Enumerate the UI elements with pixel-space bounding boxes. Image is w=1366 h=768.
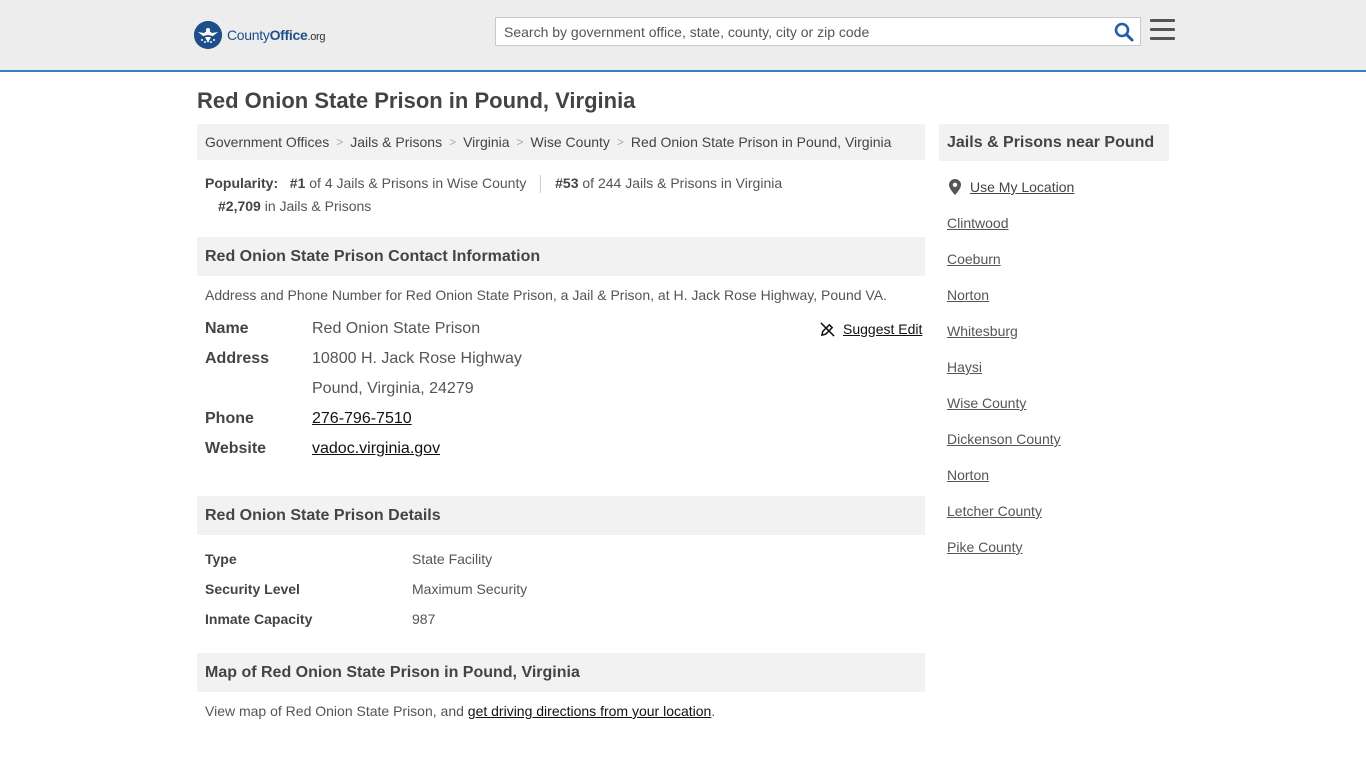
popularity-rank-county-text: of 4 Jails & Prisons in Wise County [309, 175, 527, 191]
breadcrumb: Government Offices > Jails & Prisons > V… [197, 124, 925, 160]
nearby-item: Pike County [947, 539, 1061, 575]
nearby-link-pike-county[interactable]: Pike County [947, 539, 1022, 555]
name-value: Red Onion State Prison [312, 320, 481, 337]
popularity-rank-national: #2,709 [218, 198, 261, 214]
website-link[interactable]: vadoc.virginia.gov [312, 440, 440, 457]
nearby-list: Clintwood Coeburn Norton Whitesburg Hays… [947, 215, 1061, 575]
breadcrumb-government-offices[interactable]: Government Offices [205, 134, 329, 150]
breadcrumb-virginia[interactable]: Virginia [463, 134, 509, 150]
nearby-item: Whitesburg [947, 323, 1061, 359]
nearby-item: Dickenson County [947, 431, 1061, 467]
nearby-link-norton[interactable]: Norton [947, 287, 989, 303]
site-logo[interactable]: CountyOffice.org [194, 21, 326, 49]
map-section-heading: Map of Red Onion State Prison in Pound, … [197, 653, 925, 692]
search-input[interactable] [496, 18, 1106, 45]
site-header: CountyOffice.org [0, 0, 1366, 72]
logo-text: CountyOffice.org [227, 27, 326, 43]
detail-label: Type [205, 551, 237, 567]
nearby-item: Clintwood [947, 215, 1061, 251]
nearby-item: Coeburn [947, 251, 1061, 287]
detail-label: Security Level [205, 581, 300, 597]
popularity-info: Popularity: #1 of 4 Jails & Prisons in W… [205, 172, 925, 218]
breadcrumb-wise-county[interactable]: Wise County [531, 134, 610, 150]
detail-value: State Facility [412, 551, 493, 567]
nearby-link-haysi[interactable]: Haysi [947, 359, 982, 375]
edit-off-icon [820, 321, 835, 337]
breadcrumb-separator: > [616, 135, 624, 149]
driving-directions-link[interactable]: get driving directions from your locatio… [468, 703, 712, 719]
search-box [495, 17, 1141, 46]
nearby-item: Norton [947, 467, 1061, 503]
popularity-label: Popularity: [205, 175, 279, 191]
popularity-rank-state-text: of 244 Jails & Prisons in Virginia [582, 175, 783, 191]
breadcrumb-separator: > [449, 135, 457, 149]
logo-office: Office [269, 27, 308, 43]
nearby-item: Haysi [947, 359, 1061, 395]
sidebar-heading: Jails & Prisons near Pound [939, 124, 1169, 161]
map-desc-suffix: . [711, 703, 716, 719]
breadcrumb-current: Red Onion State Prison in Pound, Virgini… [630, 134, 892, 150]
menu-bar [1150, 19, 1175, 22]
website-label: Website [205, 440, 267, 457]
details-section-heading: Red Onion State Prison Details [197, 496, 925, 535]
breadcrumb-separator: > [516, 135, 524, 149]
popularity-rank-national-text: in Jails & Prisons [264, 198, 372, 214]
nearby-item: Letcher County [947, 503, 1061, 539]
logo-eagle-icon [194, 21, 222, 49]
menu-bar [1150, 37, 1175, 40]
search-icon[interactable] [1114, 22, 1134, 42]
contact-section-heading: Red Onion State Prison Contact Informati… [197, 237, 925, 276]
nearby-item: Wise County [947, 395, 1061, 431]
logo-county: County [227, 27, 270, 43]
map-description: View map of Red Onion State Prison, and … [205, 703, 715, 719]
phone-label: Phone [205, 410, 254, 427]
popularity-rank-state: #53 [555, 175, 579, 191]
popularity-rank-county: #1 [289, 175, 306, 191]
menu-bar [1150, 28, 1175, 31]
popularity-divider [540, 175, 542, 194]
nearby-link-letcher-county[interactable]: Letcher County [947, 503, 1042, 519]
nearby-link-coeburn[interactable]: Coeburn [947, 251, 1001, 267]
contact-description: Address and Phone Number for Red Onion S… [205, 287, 887, 303]
logo-org: .org [307, 31, 326, 43]
phone-link[interactable]: 276-796-7510 [312, 410, 412, 427]
hamburger-menu-icon[interactable] [1150, 19, 1175, 41]
suggest-edit-label: Suggest Edit [843, 321, 923, 337]
address-label: Address [205, 350, 270, 367]
detail-value: Maximum Security [412, 581, 528, 597]
nearby-link-norton-2[interactable]: Norton [947, 467, 989, 483]
detail-label: Inmate Capacity [205, 611, 313, 627]
nearby-item: Norton [947, 287, 1061, 323]
breadcrumb-jails-prisons[interactable]: Jails & Prisons [350, 134, 442, 150]
nearby-link-wise-county[interactable]: Wise County [947, 395, 1026, 411]
address-line1: 10800 H. Jack Rose Highway [312, 350, 522, 367]
map-pin-icon [949, 179, 961, 195]
detail-value: 987 [412, 611, 436, 627]
address-line2: Pound, Virginia, 24279 [312, 380, 474, 397]
breadcrumb-separator: > [336, 135, 344, 149]
map-desc-prefix: View map of Red Onion State Prison, and [205, 703, 468, 719]
name-label: Name [205, 320, 249, 337]
use-my-location[interactable]: Use My Location [949, 179, 1074, 195]
nearby-link-whitesburg[interactable]: Whitesburg [947, 323, 1018, 339]
nearby-link-clintwood[interactable]: Clintwood [947, 215, 1008, 231]
nearby-link-dickenson-county[interactable]: Dickenson County [947, 431, 1061, 447]
suggest-edit-button[interactable]: Suggest Edit [820, 321, 922, 337]
use-my-location-link[interactable]: Use My Location [970, 179, 1074, 195]
page-title: Red Onion State Prison in Pound, Virgini… [197, 88, 636, 113]
